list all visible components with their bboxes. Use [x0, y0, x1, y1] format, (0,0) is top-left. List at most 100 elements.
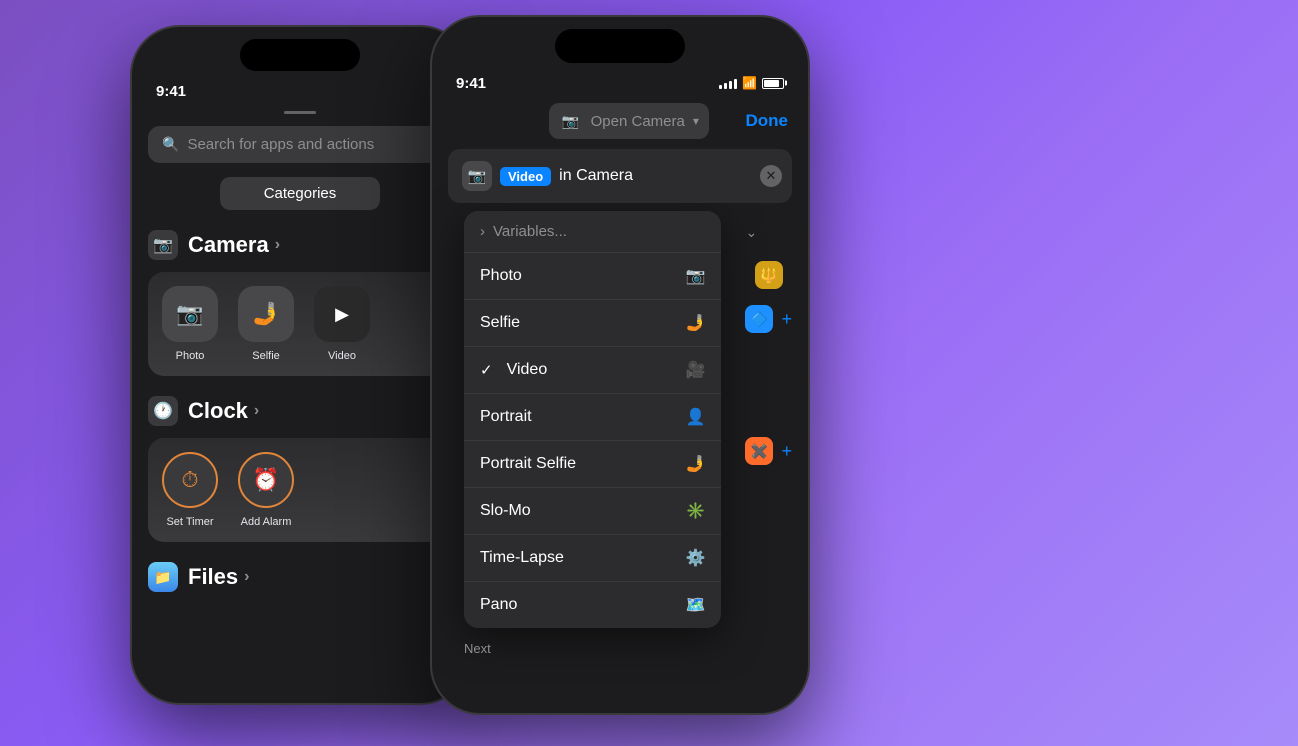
timelapse-item-icon: ⚙️: [686, 548, 706, 568]
timer-icon: ⏱: [162, 452, 218, 508]
clock-section-title: Clock ›: [188, 398, 259, 424]
plus-button-2[interactable]: +: [781, 309, 792, 330]
clock-section-icon: 🕐: [148, 396, 178, 426]
categories-button[interactable]: Categories: [220, 177, 380, 210]
action-block-text: in Camera: [559, 167, 633, 185]
dropdown-variables-header[interactable]: › Variables...: [464, 211, 721, 253]
panel-icon-yellow: 🔱: [755, 261, 783, 289]
panel-icon-blue: 🔷: [745, 305, 773, 333]
status-bar-1: 9:41: [132, 79, 468, 103]
action-set-timer[interactable]: ⏱ Set Timer: [160, 452, 220, 528]
signal-bars: [719, 77, 737, 89]
search-bar[interactable]: 🔍 Search for apps and actions: [148, 126, 452, 163]
battery-icon: [762, 78, 784, 89]
photo-item-label: Photo: [480, 267, 522, 285]
clock-actions-scroll: ⏱ Set Timer ⏰ Add Alarm: [148, 438, 452, 542]
action-block-camera-icon: 📷: [462, 161, 492, 191]
dropdown-item-portrait[interactable]: Portrait 👤: [464, 394, 721, 441]
signal-bar-4: [734, 79, 737, 89]
selfie-icon: 🤳: [238, 286, 294, 342]
dropdown-item-portrait-selfie[interactable]: Portrait Selfie 🤳: [464, 441, 721, 488]
plus-button-3[interactable]: +: [781, 441, 792, 462]
camera-actions-scroll: 📷 Photo 🤳 Selfie ▶ Video: [148, 272, 452, 376]
header-title: Open Camera: [591, 113, 685, 130]
dropdown-item-photo[interactable]: Photo 📷: [464, 253, 721, 300]
portrait-item-label: Portrait: [480, 408, 532, 426]
alarm-label: Add Alarm: [241, 516, 292, 528]
pano-item-icon: 🗺️: [686, 595, 706, 615]
portrait-selfie-item-left: Portrait Selfie: [480, 455, 576, 473]
selfie-label: Selfie: [252, 350, 280, 362]
checkmark-icon: ✓: [480, 361, 493, 379]
files-icon: 📁: [148, 562, 178, 592]
files-section: 📁 Files ›: [148, 562, 452, 592]
camera-section-title: Camera ›: [188, 232, 280, 258]
status-icons: 📶: [719, 76, 784, 90]
camera-chevron: ›: [275, 236, 280, 254]
header-chevron-icon: ▾: [693, 114, 699, 128]
right-panel: ⌄ 🔱 🔷 + ✖️ +: [737, 211, 792, 628]
clock-section: 🕐 Clock › ⏱ Set Timer ⏰ Add Alarm: [148, 396, 452, 542]
video-item-left: ✓ Video: [480, 361, 547, 379]
close-button[interactable]: ✕: [760, 165, 782, 187]
status-bar-2: 9:41 📶: [432, 71, 808, 95]
signal-bar-1: [719, 85, 722, 89]
dropdown-item-slomo[interactable]: Slo-Mo ✳️: [464, 488, 721, 535]
header-camera-icon: 📷: [559, 109, 583, 133]
portrait-item-icon: 👤: [686, 407, 706, 427]
pano-item-label: Pano: [480, 596, 517, 614]
dropdown-menu: › Variables... Photo 📷 Selfie 🤳 ✓: [464, 211, 721, 628]
dynamic-island-2: [555, 29, 685, 63]
video-label: Video: [328, 350, 356, 362]
photo-item-icon: 📷: [686, 266, 706, 286]
timer-label: Set Timer: [166, 516, 213, 528]
action-add-alarm[interactable]: ⏰ Add Alarm: [236, 452, 296, 528]
signal-bar-3: [729, 81, 732, 89]
dropdown-item-pano[interactable]: Pano 🗺️: [464, 582, 721, 628]
panel-item-3: ✖️ +: [745, 429, 792, 473]
portrait-selfie-item-icon: 🤳: [686, 454, 706, 474]
phone-1: 9:41 🔍 Search for apps and actions Categ…: [130, 25, 470, 705]
camera-section-header: 📷 Camera ›: [148, 230, 452, 260]
phone2-header: 📷 Open Camera ▾ Done: [432, 95, 808, 149]
action-block: 📷 Video in Camera ✕: [448, 149, 792, 203]
phone-2: 9:41 📶 📷 Open Camera ▾ Done 📷 Video in: [430, 15, 810, 715]
panel-icon-orange: ✖️: [745, 437, 773, 465]
next-label: Next: [448, 633, 507, 660]
selfie-item-left: Selfie: [480, 314, 520, 332]
phone1-content: 🔍 Search for apps and actions Categories…: [132, 126, 468, 592]
video-item-icon: 🎥: [686, 360, 706, 380]
timelapse-item-label: Time-Lapse: [480, 549, 564, 567]
panel-chevron-area: ⌄: [745, 211, 792, 253]
action-selfie[interactable]: 🤳 Selfie: [236, 286, 296, 362]
header-action-title[interactable]: 📷 Open Camera ▾: [549, 103, 709, 139]
next-area: Next: [432, 636, 808, 662]
signal-bar-2: [724, 83, 727, 89]
dropdown-item-selfie[interactable]: Selfie 🤳: [464, 300, 721, 347]
selfie-item-label: Selfie: [480, 314, 520, 332]
clock-chevron: ›: [254, 402, 259, 420]
dynamic-island-1: [240, 39, 360, 71]
dropdown-item-video[interactable]: ✓ Video 🎥: [464, 347, 721, 394]
search-icon: 🔍: [162, 136, 179, 153]
pano-item-left: Pano: [480, 596, 517, 614]
slomo-item-label: Slo-Mo: [480, 502, 531, 520]
done-button[interactable]: Done: [746, 111, 789, 131]
portrait-item-left: Portrait: [480, 408, 532, 426]
video-tag[interactable]: Video: [500, 167, 551, 186]
chevron-down-icon: ⌄: [745, 224, 757, 241]
timelapse-item-left: Time-Lapse: [480, 549, 564, 567]
video-item-label: Video: [507, 361, 548, 379]
files-chevron: ›: [244, 568, 249, 586]
variables-label: Variables...: [493, 223, 567, 240]
photo-item-left: Photo: [480, 267, 522, 285]
portrait-selfie-item-label: Portrait Selfie: [480, 455, 576, 473]
camera-section-icon: 📷: [148, 230, 178, 260]
scroll-handle: [284, 111, 316, 114]
action-video[interactable]: ▶ Video: [312, 286, 372, 362]
search-placeholder: Search for apps and actions: [187, 136, 374, 153]
dropdown-item-timelapse[interactable]: Time-Lapse ⚙️: [464, 535, 721, 582]
action-photo[interactable]: 📷 Photo: [160, 286, 220, 362]
battery-fill: [764, 80, 779, 87]
photo-icon: 📷: [162, 286, 218, 342]
